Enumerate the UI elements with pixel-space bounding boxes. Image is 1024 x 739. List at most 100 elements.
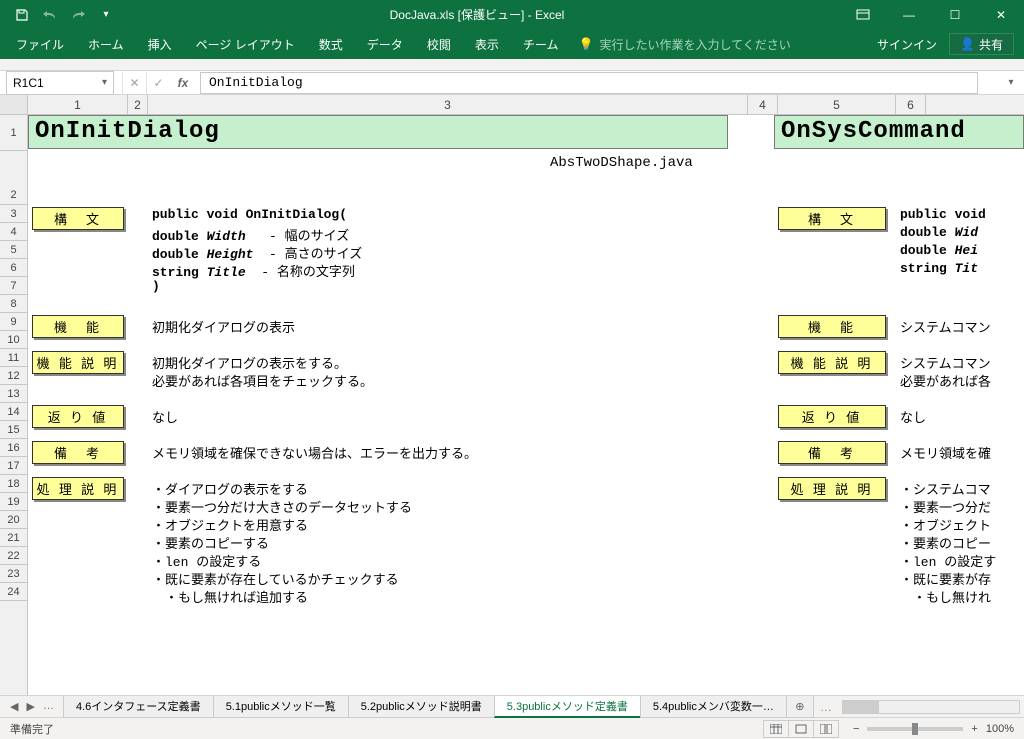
cell-text[interactable]: システムコマン — [900, 317, 991, 336]
cell-text[interactable]: double Hei — [900, 243, 978, 258]
zoom-in-button[interactable]: + — [971, 723, 977, 735]
tab-pagelayout[interactable]: ページ レイアウト — [184, 29, 307, 59]
row-header[interactable]: 15 — [0, 421, 27, 439]
cell-text[interactable]: ) — [152, 279, 160, 294]
method-header-cell[interactable]: OnSysCommand — [774, 115, 1024, 149]
row-header[interactable]: 6 — [0, 259, 27, 277]
tab-nav-prev-icon[interactable]: ◀ — [10, 700, 18, 713]
method-header-cell[interactable]: OnInitDialog — [28, 115, 728, 149]
col-header[interactable]: 3 — [148, 95, 748, 114]
cell-text[interactable]: なし — [900, 407, 926, 426]
tab-formulas[interactable]: 数式 — [307, 29, 355, 59]
cell-text[interactable]: メモリ領域を確保できない場合は、エラーを出力する。 — [152, 443, 477, 462]
row-header[interactable]: 17 — [0, 457, 27, 475]
tab-nav-ellipsis[interactable]: … — [43, 700, 54, 713]
label-proc[interactable]: 処 理 説 明 — [778, 477, 886, 500]
chevron-down-icon[interactable]: ▾ — [102, 77, 107, 88]
row-header[interactable]: 11 — [0, 349, 27, 367]
select-all-corner[interactable] — [0, 95, 28, 114]
cell-text[interactable]: ・既に要素が存在しているかチェックする — [152, 569, 399, 588]
cell-text[interactable]: ・もし無けれ — [900, 587, 991, 606]
zoom-out-button[interactable]: − — [853, 723, 859, 735]
cell-text[interactable]: メモリ領域を確 — [900, 443, 991, 462]
zoom-slider[interactable] — [867, 727, 963, 731]
view-pagebreak-icon[interactable] — [813, 720, 839, 738]
filename-cell[interactable]: AbsTwoDShape.java — [550, 155, 693, 171]
sheet-tab[interactable]: 5.2publicメソッド説明書 — [348, 696, 495, 718]
undo-icon[interactable] — [42, 7, 58, 23]
maximize-button[interactable]: ☐ — [932, 0, 978, 29]
cancel-formula-icon[interactable]: ✕ — [122, 72, 146, 94]
cell-text[interactable]: システムコマン — [900, 353, 991, 372]
row-header[interactable]: 5 — [0, 241, 27, 259]
sign-in-button[interactable]: サインイン — [865, 29, 949, 59]
label-syntax[interactable]: 構 文 — [778, 207, 886, 230]
label-return[interactable]: 返 り 値 — [778, 405, 886, 428]
cell-text[interactable]: string Tit — [900, 261, 978, 276]
cell-text[interactable]: 初期化ダイアログの表示をする。 — [152, 353, 347, 372]
cell-text[interactable]: ・もし無ければ追加する — [152, 587, 308, 606]
share-button[interactable]: 👤 共有 — [949, 33, 1014, 55]
cell-text[interactable]: public void OnInitDialog( — [152, 207, 347, 222]
add-sheet-button[interactable]: ⊕ — [786, 696, 814, 718]
cell-text[interactable]: ・オブジェクト — [900, 515, 991, 534]
cell-text[interactable]: ・len の設定する — [152, 551, 261, 570]
row-header[interactable]: 2 — [0, 151, 27, 205]
cell-text[interactable]: ・要素一つ分だけ大きさのデータセットする — [152, 497, 412, 516]
row-header[interactable]: 8 — [0, 295, 27, 313]
label-syntax[interactable]: 構 文 — [32, 207, 124, 230]
tab-file[interactable]: ファイル — [4, 29, 76, 59]
qat-customize-icon[interactable]: ▾ — [98, 7, 114, 23]
cell-text[interactable]: なし — [152, 407, 178, 426]
tab-review[interactable]: 校閲 — [415, 29, 463, 59]
row-header[interactable]: 21 — [0, 529, 27, 547]
cell-text[interactable]: ・要素のコピーする — [152, 533, 269, 552]
row-header[interactable]: 24 — [0, 583, 27, 601]
cell-grid[interactable]: OnInitDialog OnSysCommand AbsTwoDShape.j… — [28, 115, 1024, 695]
view-pagelayout-icon[interactable] — [788, 720, 814, 738]
cell-text[interactable]: ・len の設定す — [900, 551, 996, 570]
row-header[interactable]: 13 — [0, 385, 27, 403]
label-note[interactable]: 備 考 — [32, 441, 124, 464]
tab-insert[interactable]: 挿入 — [136, 29, 184, 59]
cell-text[interactable]: public void — [900, 207, 986, 222]
tell-me-search[interactable]: 💡 実行したい作業を入力してください — [570, 36, 798, 53]
tab-home[interactable]: ホーム — [76, 29, 136, 59]
label-proc[interactable]: 処 理 説 明 — [32, 477, 124, 500]
cell-text[interactable]: string Title - 名称の文字列 — [152, 261, 355, 280]
row-header[interactable]: 19 — [0, 493, 27, 511]
col-header[interactable]: 5 — [778, 95, 896, 114]
horizontal-scrollbar[interactable] — [842, 700, 1020, 714]
row-header[interactable]: 7 — [0, 277, 27, 295]
row-header[interactable]: 12 — [0, 367, 27, 385]
row-header[interactable]: 3 — [0, 205, 27, 223]
label-function[interactable]: 機 能 — [32, 315, 124, 338]
cell-text[interactable]: 初期化ダイアログの表示 — [152, 317, 295, 336]
row-header[interactable]: 20 — [0, 511, 27, 529]
tab-team[interactable]: チーム — [511, 29, 571, 59]
label-return[interactable]: 返 り 値 — [32, 405, 124, 428]
cell-text[interactable]: ・要素一つ分だ — [900, 497, 991, 516]
row-header[interactable]: 14 — [0, 403, 27, 421]
tab-data[interactable]: データ — [355, 29, 415, 59]
enter-formula-icon[interactable]: ✓ — [146, 72, 170, 94]
row-header[interactable]: 22 — [0, 547, 27, 565]
col-header[interactable]: 1 — [28, 95, 128, 114]
fx-icon[interactable]: fx — [170, 76, 196, 90]
cell-text[interactable]: ・オブジェクトを用意する — [152, 515, 308, 534]
row-header[interactable]: 1 — [0, 115, 27, 151]
redo-icon[interactable] — [70, 7, 86, 23]
label-funcdesc[interactable]: 機 能 説 明 — [778, 351, 886, 374]
cell-text[interactable]: ・ダイアログの表示をする — [152, 479, 308, 498]
cell-text[interactable]: double Height - 高さのサイズ — [152, 243, 362, 262]
cell-text[interactable]: ・要素のコピー — [900, 533, 991, 552]
tab-overflow-ellipsis[interactable]: … — [814, 700, 838, 714]
row-header[interactable]: 16 — [0, 439, 27, 457]
label-function[interactable]: 機 能 — [778, 315, 886, 338]
save-icon[interactable] — [14, 7, 30, 23]
ribbon-display-options-icon[interactable] — [840, 0, 886, 29]
scrollbar-thumb[interactable] — [843, 701, 879, 713]
row-header[interactable]: 4 — [0, 223, 27, 241]
cell-text[interactable]: double Width - 幅のサイズ — [152, 225, 349, 244]
view-normal-icon[interactable] — [763, 720, 789, 738]
